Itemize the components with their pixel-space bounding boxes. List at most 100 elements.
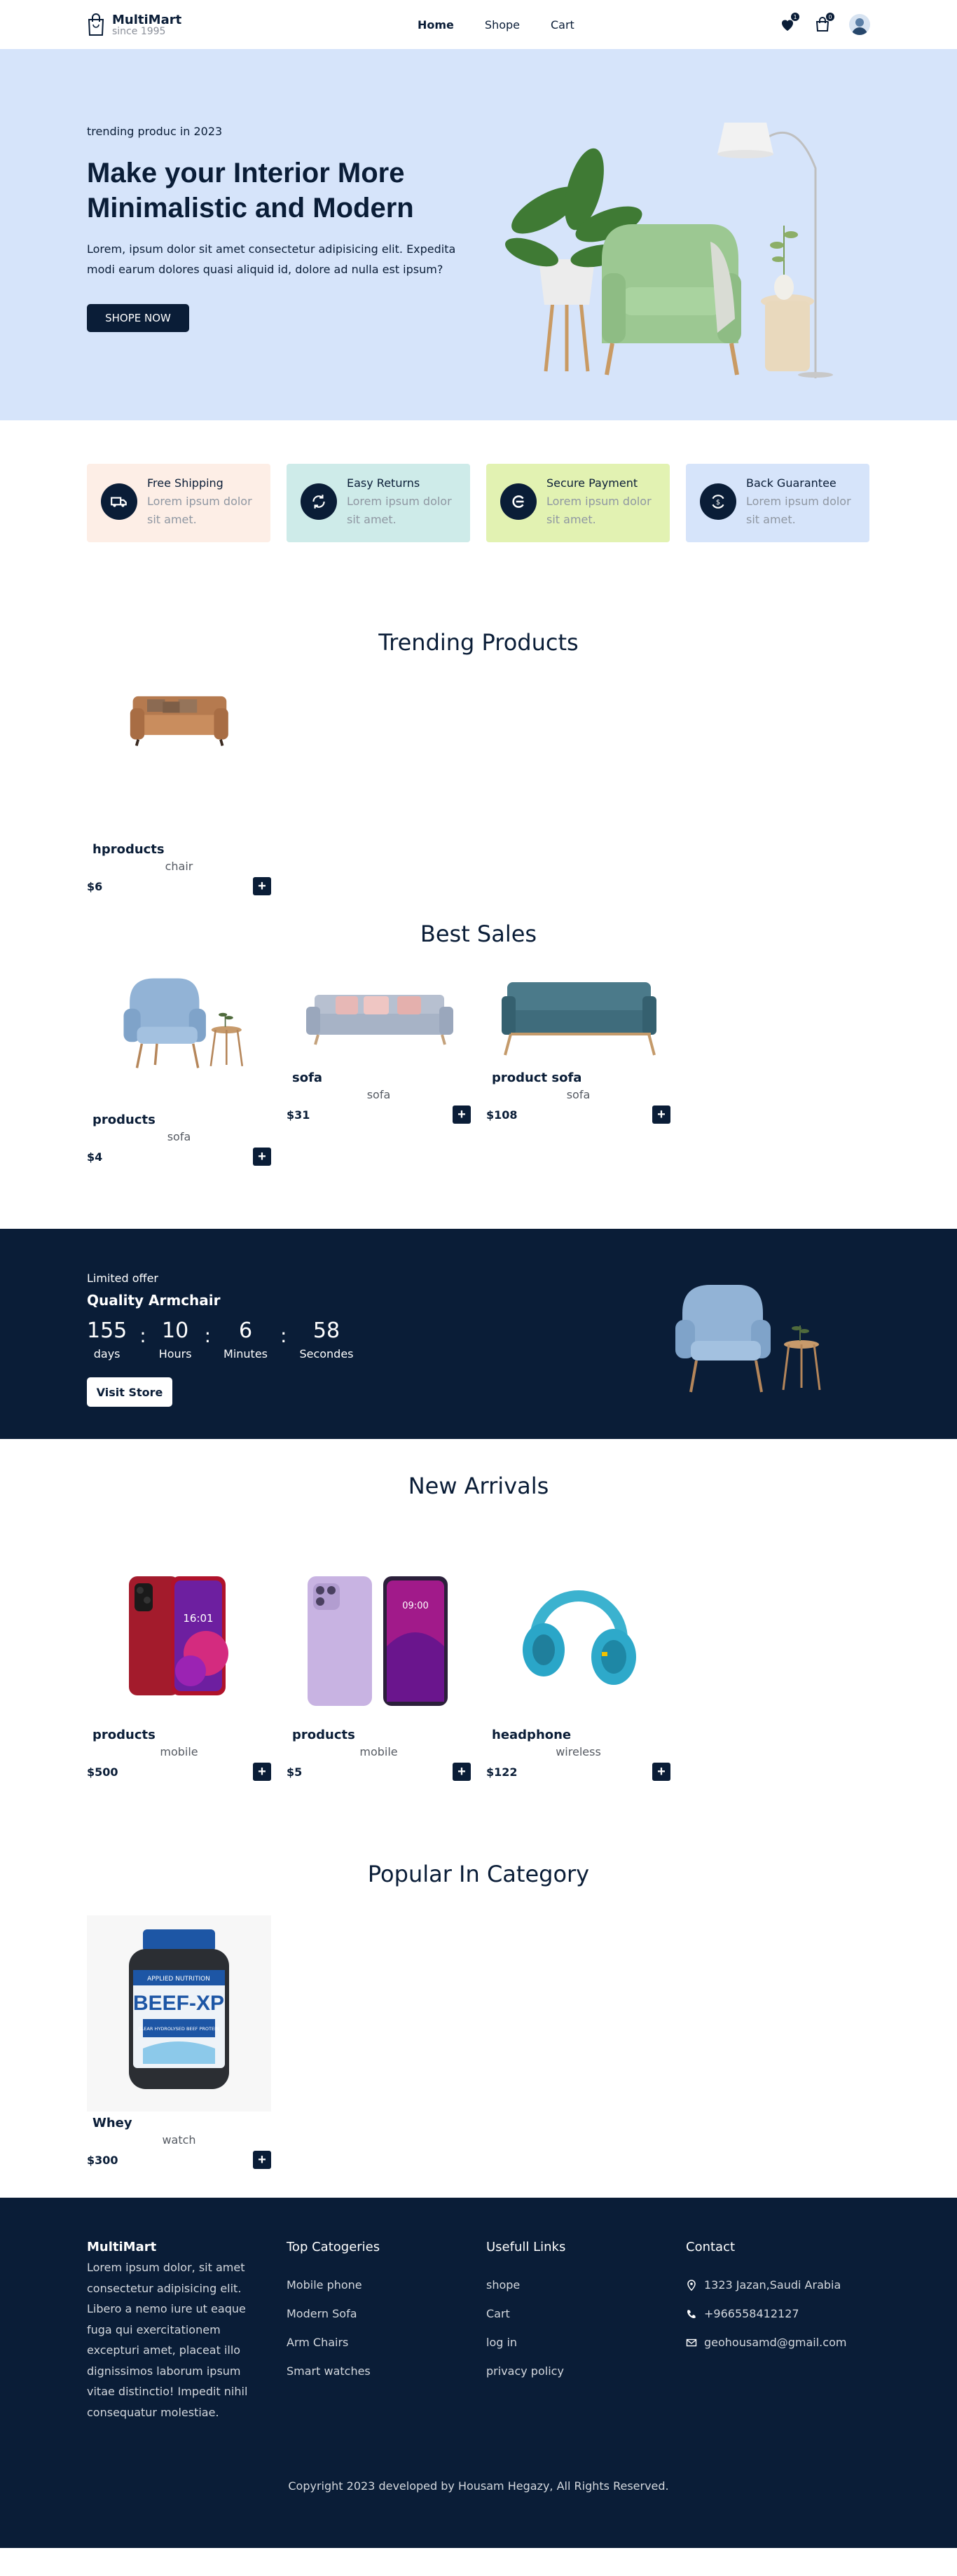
truck-icon	[101, 483, 137, 520]
countdown-separator: :	[139, 1324, 146, 1347]
nav-home[interactable]: Home	[418, 18, 454, 32]
service-title: Back Guarantee	[746, 476, 836, 490]
service-text: Lorem ipsum dolor sit amet.	[546, 495, 652, 526]
add-to-cart-button[interactable]: +	[253, 1148, 271, 1166]
service-card: Easy Returns Lorem ipsum dolor sit amet.	[287, 464, 470, 542]
best-sales-section: Best Sales products sofa $4 + sofa sofa …	[0, 897, 957, 1229]
product-image-whey-jar: APPLIED NUTRITION BEEF-XP CLEAR HYDROLYS…	[129, 1929, 229, 2089]
product-name[interactable]: sofa	[292, 1070, 471, 1085]
footer-link[interactable]: shope	[486, 2278, 565, 2292]
product-card[interactable]: APPLIED NUTRITION BEEF-XP CLEAR HYDROLYS…	[87, 1915, 271, 2169]
add-to-cart-button[interactable]: +	[253, 877, 271, 895]
service-card: $ Back Guarantee Lorem ipsum dolor sit am…	[686, 464, 869, 542]
product-name[interactable]: product sofa	[492, 1070, 670, 1085]
product-image-teal-sofa	[502, 982, 656, 1056]
footer-link[interactable]: Cart	[486, 2307, 565, 2320]
service-text: Lorem ipsum dolor sit amet.	[746, 495, 851, 526]
product-image-purple-phone: 09:00	[308, 1576, 448, 1706]
add-to-cart-button[interactable]: +	[652, 1763, 670, 1781]
product-card[interactable]: product sofa sofa $108 +	[486, 954, 670, 1166]
add-to-cart-button[interactable]: +	[253, 2151, 271, 2169]
product-name[interactable]: products	[92, 1113, 271, 1127]
footer-category-link[interactable]: Arm Chairs	[287, 2336, 380, 2349]
avatar[interactable]	[849, 14, 870, 35]
section-title: Popular In Category	[367, 1861, 590, 1887]
product-category: mobile	[160, 1745, 198, 1758]
product-card[interactable]: headphone wireless $122 +	[486, 1527, 670, 1781]
countdown-separator: :	[204, 1324, 212, 1347]
product-price: $31	[287, 1108, 310, 1122]
user-avatar-icon	[852, 18, 867, 35]
product-category: sofa	[566, 1088, 591, 1101]
product-card[interactable]: hproducts chair $6 +	[87, 684, 271, 895]
add-to-cart-button[interactable]: +	[652, 1106, 670, 1124]
footer-email-text: geohousamd@gmail.com	[704, 2336, 847, 2349]
payment-icon	[500, 483, 537, 520]
shopping-bag-icon	[88, 13, 104, 36]
countdown-seconds-label: Secondes	[299, 1347, 354, 1361]
footer-link[interactable]: log in	[486, 2336, 565, 2349]
footer-category-link[interactable]: Modern Sofa	[287, 2307, 380, 2320]
product-price: $4	[87, 1150, 103, 1164]
countdown-days-label: days	[93, 1347, 121, 1361]
jar-title-text: BEEF-XP	[133, 1992, 224, 2015]
footer-address-text: 1323 Jazan,Saudi Arabia	[704, 2278, 841, 2292]
product-image-red-phone: 16:01	[129, 1576, 228, 1695]
service-card: Secure Payment Lorem ipsum dolor sit amet…	[486, 464, 670, 542]
countdown-separator: :	[280, 1324, 287, 1347]
logo[interactable]: MultiMart since 1995	[87, 13, 325, 37]
new-arrivals-section: New Arrivals 16:01 products mobile $500 …	[0, 1439, 957, 1838]
footer-category-link[interactable]: Smart watches	[287, 2364, 380, 2378]
product-category: mobile	[359, 1745, 398, 1758]
visit-store-button[interactable]: Visit Store	[87, 1377, 172, 1407]
footer-contact-title: Contact	[686, 2240, 736, 2254]
footer-about: Lorem ipsum dolor, sit amet consectetur …	[87, 2261, 248, 2419]
product-name[interactable]: hproducts	[92, 842, 271, 857]
nav-cart[interactable]: Cart	[551, 18, 574, 32]
product-price: $6	[87, 879, 103, 893]
countdown-seconds: 58	[312, 1318, 340, 1343]
footer-phone[interactable]: +966558412127	[686, 2307, 846, 2320]
product-card[interactable]: products sofa $4 +	[87, 954, 271, 1166]
product-card[interactable]: 16:01 products mobile $500 +	[87, 1527, 271, 1781]
product-name[interactable]: Whey	[92, 2116, 271, 2130]
countdown-minutes-label: Minutes	[223, 1347, 268, 1361]
product-price: $5	[287, 1765, 303, 1779]
offer-armchair-image	[675, 1285, 821, 1393]
footer-category-link[interactable]: Mobile phone	[287, 2278, 380, 2292]
phone-icon	[687, 2309, 696, 2318]
product-card[interactable]: 09:00 products mobile $5 +	[287, 1527, 471, 1781]
mail-icon	[686, 2339, 697, 2346]
section-title: Best Sales	[420, 921, 537, 947]
product-category: chair	[165, 860, 193, 873]
cart-count-badge: 0	[825, 12, 835, 22]
countdown-minutes: 6	[238, 1318, 253, 1343]
wishlist-button[interactable]: 1	[779, 12, 800, 33]
product-card[interactable]: sofa sofa $31 +	[287, 954, 471, 1166]
jar-brand-text: APPLIED NUTRITION	[147, 1976, 210, 1983]
product-category: sofa	[167, 1130, 191, 1143]
location-icon	[687, 2279, 696, 2291]
trending-section: Trending Products hproducts chair $6 +	[0, 588, 957, 897]
add-to-cart-button[interactable]: +	[253, 1763, 271, 1781]
product-price: $108	[486, 1108, 518, 1122]
add-to-cart-button[interactable]: +	[453, 1106, 471, 1124]
product-name[interactable]: products	[92, 1728, 271, 1742]
countdown-clock: 155 days : 10 Hours : 6 Minutes : 58 Seconde…	[87, 1318, 354, 1361]
footer-email[interactable]: geohousamd@gmail.com	[686, 2336, 846, 2349]
countdown-hours: 10	[162, 1318, 189, 1343]
brand-name: MultiMart	[112, 12, 182, 27]
footer-link[interactable]: privacy policy	[486, 2364, 565, 2378]
product-name[interactable]: products	[292, 1728, 471, 1742]
countdown-hours-label: Hours	[158, 1347, 192, 1361]
footer-categories-title: Top Catogeries	[287, 2240, 380, 2254]
nav-shope[interactable]: Shope	[485, 18, 520, 32]
product-name[interactable]: headphone	[492, 1728, 670, 1742]
site-footer: MultiMart Lorem ipsum dolor, sit amet co…	[0, 2198, 957, 2548]
product-image-leather-sofa	[130, 696, 228, 746]
shop-now-button[interactable]: SHOPE NOW	[87, 304, 189, 332]
cart-button[interactable]: 0	[814, 12, 835, 33]
add-to-cart-button[interactable]: +	[453, 1763, 471, 1781]
phone-clock-text: 16:01	[183, 1612, 213, 1625]
product-image-blue-armchair	[123, 978, 244, 1068]
